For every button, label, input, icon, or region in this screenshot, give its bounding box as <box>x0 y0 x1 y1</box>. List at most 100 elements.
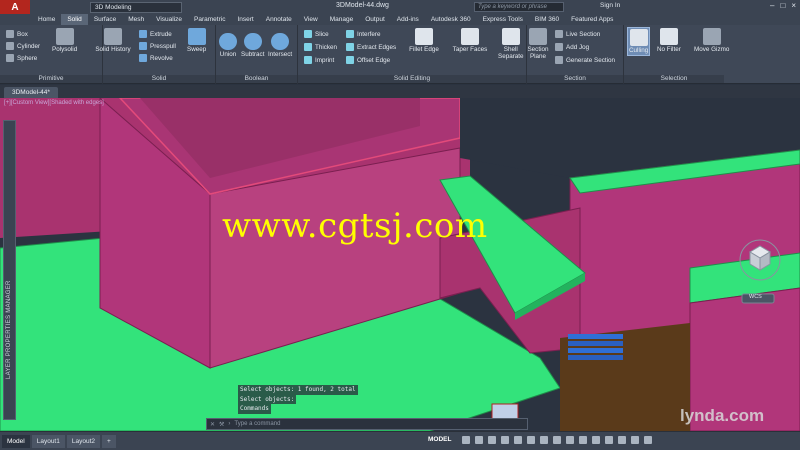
minimize-icon[interactable]: – <box>770 1 774 10</box>
file-tab-3dmodel-44[interactable]: 3DModel-44* <box>4 87 58 98</box>
tab-parametric[interactable]: Parametric <box>188 14 231 25</box>
tab-add-ins[interactable]: Add-ins <box>391 14 425 25</box>
panel-selection: Culling No Filter Move Gizmo Selection <box>624 25 800 84</box>
command-line[interactable]: ✕ ⚒ › Type a command <box>206 418 528 430</box>
panel-primitive: Box Cylinder Sphere Polysolid Primitive <box>0 25 103 84</box>
layout-tab-model[interactable]: Model <box>2 434 30 448</box>
tab-manage[interactable]: Manage <box>324 14 360 25</box>
layout-tab-layout1[interactable]: Layout1 <box>31 434 65 448</box>
union-button[interactable]: Union <box>219 33 237 58</box>
fillet-edge-button[interactable]: Fillet Edge <box>406 28 442 53</box>
workspace-dropdown[interactable]: 3D Modeling <box>90 1 182 13</box>
section-plane-button[interactable]: Section Plane <box>527 28 549 60</box>
ortho-icon[interactable] <box>488 436 496 444</box>
title-bar: A 3D Modeling 3DModel-44.dwg Type a keyw… <box>0 0 800 14</box>
taper-faces-button[interactable]: Taper Faces <box>450 28 490 53</box>
command-history-line: Select objects: 1 found, 2 total <box>238 385 358 395</box>
model-space-button[interactable]: MODEL <box>428 436 451 443</box>
tab-surface[interactable]: Surface <box>88 14 122 25</box>
offset-edge-button[interactable]: Offset Edge <box>346 56 390 64</box>
solid-history-button[interactable]: Solid History <box>91 28 135 53</box>
extrude-button[interactable]: Extrude <box>139 30 172 38</box>
hardware-icon[interactable] <box>631 436 639 444</box>
close-icon[interactable]: × <box>791 1 796 10</box>
sweep-button[interactable]: Sweep <box>187 28 206 53</box>
autocad-logo[interactable]: A <box>0 0 30 14</box>
tab-home[interactable]: Home <box>32 14 61 25</box>
viewcube-icon[interactable] <box>738 238 788 308</box>
polysolid-button[interactable]: Polysolid <box>52 28 77 53</box>
tab-solid[interactable]: Solid <box>61 14 88 25</box>
tab-autodesk-360[interactable]: Autodesk 360 <box>425 14 477 25</box>
status-toggles <box>462 436 652 444</box>
command-input[interactable]: Type a command <box>234 421 280 427</box>
lineweight-icon[interactable] <box>540 436 548 444</box>
sphere-button[interactable]: Sphere <box>6 54 37 62</box>
customize-icon[interactable] <box>644 436 652 444</box>
polar-icon[interactable] <box>501 436 509 444</box>
isolate-icon[interactable] <box>618 436 626 444</box>
culling-button[interactable]: Culling <box>627 27 651 56</box>
viewcube[interactable]: WCS <box>738 238 788 310</box>
maximize-icon[interactable]: □ <box>780 1 785 10</box>
gizmo-icon[interactable] <box>579 436 587 444</box>
window-controls: – □ × <box>770 1 796 10</box>
revolve-button[interactable]: Revolve <box>139 54 173 62</box>
panel-section: Section Plane Live Section Add Jog Gener… <box>527 25 624 84</box>
grid-icon[interactable] <box>462 436 470 444</box>
thicken-button[interactable]: Thicken <box>304 43 337 51</box>
extract-edges-button[interactable]: Extract Edges <box>346 43 396 51</box>
workspace-icon[interactable] <box>605 436 613 444</box>
annotation-icon[interactable] <box>592 436 600 444</box>
imprint-button[interactable]: Imprint <box>304 56 334 64</box>
generate-section-button[interactable]: Generate Section <box>555 56 615 64</box>
extrude-icon <box>139 30 147 38</box>
transparency-icon[interactable] <box>553 436 561 444</box>
ribbon-tabs: Home Solid Surface Mesh Visualize Parametric I… <box>0 14 800 25</box>
tab-annotate[interactable]: Annotate <box>260 14 298 25</box>
drawing-viewport[interactable]: [+][Custom View][Shaded with edges] WCS … <box>0 98 800 431</box>
no-filter-button[interactable]: No Filter <box>657 28 681 53</box>
tab-visualize[interactable]: Visualize <box>150 14 188 25</box>
subtract-button[interactable]: Subtract <box>241 33 264 58</box>
revolve-icon <box>139 54 147 62</box>
wcs-label[interactable]: WCS <box>749 294 762 300</box>
tab-mesh[interactable]: Mesh <box>122 14 150 25</box>
add-jog-button[interactable]: Add Jog <box>555 43 589 51</box>
slice-button[interactable]: Slice <box>304 30 329 38</box>
snap-icon[interactable] <box>475 436 483 444</box>
live-section-button[interactable]: Live Section <box>555 30 600 38</box>
add-layout-button[interactable]: + <box>102 434 116 448</box>
move-gizmo-button[interactable]: Move Gizmo <box>694 28 729 53</box>
tab-featured-apps[interactable]: Featured Apps <box>565 14 619 25</box>
otrack-icon[interactable] <box>527 436 535 444</box>
layout-tab-layout2[interactable]: Layout2 <box>66 434 100 448</box>
3d-model-scene[interactable] <box>0 98 800 431</box>
sign-in-link[interactable]: Sign In <box>600 2 620 9</box>
panel-title-primitive: Primitive <box>0 75 102 83</box>
slice-icon <box>304 30 312 38</box>
wrench-icon[interactable]: ⚒ <box>219 421 224 428</box>
osnap-icon[interactable] <box>514 436 522 444</box>
viewport-controls-label[interactable]: [+][Custom View][Shaded with edges] <box>4 100 104 106</box>
intersect-button[interactable]: Intersect <box>268 33 292 58</box>
tab-express-tools[interactable]: Express Tools <box>477 14 529 25</box>
search-input[interactable]: Type a keyword or phrase <box>474 2 564 12</box>
layer-properties-palette[interactable]: LAYER PROPERTIES MANAGER <box>3 120 16 420</box>
tab-bim-360[interactable]: BIM 360 <box>529 14 565 25</box>
presspull-button[interactable]: Presspull <box>139 42 176 50</box>
cylinder-button[interactable]: Cylinder <box>6 42 40 50</box>
command-prompt-icon: › <box>228 421 231 427</box>
culling-icon <box>629 29 648 46</box>
tab-output[interactable]: Output <box>359 14 391 25</box>
cylinder-icon <box>6 42 14 50</box>
no-filter-icon <box>659 28 678 45</box>
selection-cycling-icon[interactable] <box>566 436 574 444</box>
shell-button[interactable]: Shell Separate <box>498 28 524 60</box>
interfere-button[interactable]: Interfere <box>346 30 380 38</box>
tab-view[interactable]: View <box>298 14 324 25</box>
close-icon[interactable]: ✕ <box>210 421 215 428</box>
tab-insert[interactable]: Insert <box>231 14 259 25</box>
offset-edge-icon <box>346 56 354 64</box>
box-button[interactable]: Box <box>6 30 28 38</box>
